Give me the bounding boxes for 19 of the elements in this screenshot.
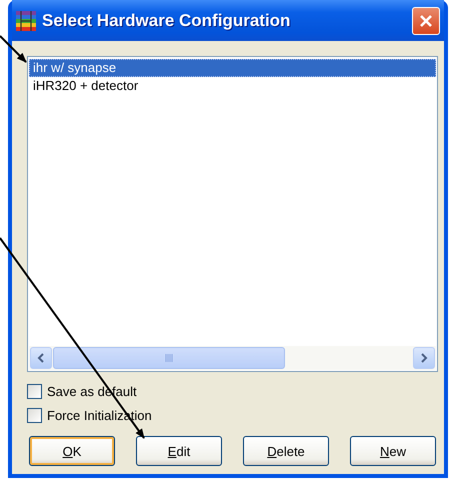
- scrollbar-thumb[interactable]: [53, 347, 285, 369]
- annotation-arrow: [0, 35, 27, 63]
- list-item[interactable]: ihr w/ synapse: [29, 59, 436, 77]
- dialog-button[interactable]: New: [350, 436, 436, 466]
- close-icon: [419, 14, 433, 28]
- dialog-button[interactable]: Edit: [136, 436, 222, 466]
- configuration-list[interactable]: ihr w/ synapse iHR320 + detector: [27, 56, 438, 372]
- checkbox[interactable]: [27, 384, 42, 398]
- window-title: Select Hardware Configuration: [42, 10, 292, 30]
- checkbox[interactable]: [27, 408, 42, 422]
- dialog-button[interactable]: Delete: [243, 436, 329, 466]
- list-item[interactable]: iHR320 + detector: [29, 77, 436, 95]
- grip-icon: [164, 354, 174, 362]
- scroll-left-button[interactable]: [30, 347, 52, 369]
- horizontal-scrollbar[interactable]: [29, 346, 436, 370]
- close-button[interactable]: [412, 6, 440, 34]
- app-icon: [16, 10, 36, 30]
- dialog-button[interactable]: OK: [29, 436, 115, 466]
- scroll-right-button[interactable]: [413, 347, 435, 369]
